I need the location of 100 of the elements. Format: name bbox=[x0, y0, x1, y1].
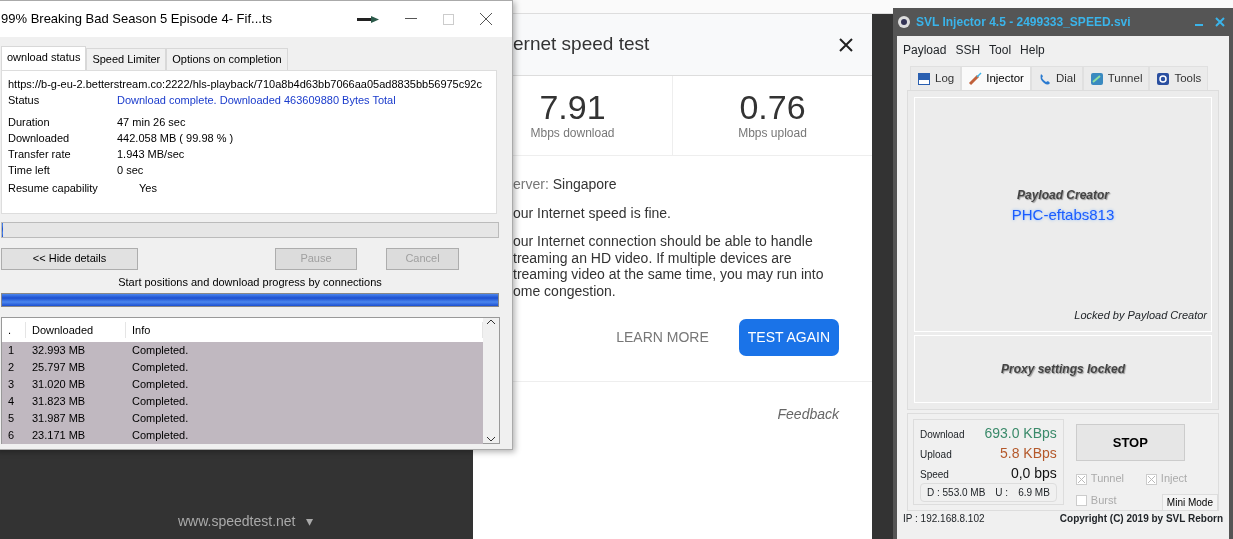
column-header[interactable]: . bbox=[2, 321, 26, 339]
table-cell-text: 23.171 MB bbox=[31, 428, 87, 444]
tab[interactable]: Tools bbox=[1149, 66, 1209, 91]
speed-unit: Mbps download bbox=[530, 124, 615, 142]
checkbox[interactable] bbox=[1075, 473, 1087, 485]
test-again-button[interactable]: TEST AGAIN bbox=[738, 319, 839, 356]
stop-button[interactable]: STOP bbox=[1075, 424, 1185, 462]
url-text: https://b-g-eu-2.betterstream.co:2222/hls-playback/710a8b4d63bb7066aa05ad8835bb56975c92c bbox=[8, 76, 483, 92]
app-logo-icon bbox=[897, 15, 911, 29]
tab[interactable]: Tunnel bbox=[1082, 66, 1150, 91]
field-value: 47 min 26 sec bbox=[117, 114, 187, 130]
progress-caption: Start positions and download progress by connections bbox=[117, 274, 383, 290]
table-cell-text: 32.993 MB bbox=[31, 343, 87, 359]
checkbox[interactable] bbox=[1075, 495, 1087, 507]
table-cell-text: 2 bbox=[7, 360, 16, 376]
table-cell-text: 5 bbox=[7, 411, 16, 427]
minimize-icon[interactable] bbox=[405, 18, 417, 20]
field-label: Status bbox=[8, 92, 41, 108]
stat-label: Upload bbox=[920, 448, 952, 463]
table-cell-text: 31.823 MB bbox=[31, 394, 87, 410]
tab[interactable]: Injector bbox=[961, 66, 1031, 91]
tab[interactable]: Log bbox=[910, 66, 962, 91]
locked-note: Locked by Payload Creator bbox=[1074, 307, 1208, 323]
table-row[interactable]: 6 23.171 MB Completed. bbox=[2, 427, 483, 444]
description-text: our Internet connection should be able to handle treaming an HD video. If multiple devices are treaming video at the same time, you may run into ome congestion. bbox=[513, 233, 825, 299]
table-row[interactable]: 1 32.993 MB Completed. bbox=[2, 342, 483, 359]
menu-item[interactable]: Payload bbox=[903, 41, 947, 59]
table-row[interactable]: 2 25.797 MB Completed. bbox=[2, 359, 483, 376]
hide-details-button[interactable]: << Hide details bbox=[1, 247, 138, 270]
speed-unit: Mbps upload bbox=[738, 124, 807, 142]
proxy-locked-text: Proxy settings locked bbox=[1000, 361, 1125, 379]
table-cell-text: Completed. bbox=[131, 394, 190, 410]
field-label: Transfer rate bbox=[8, 146, 72, 162]
field-label: Resume capability bbox=[8, 180, 99, 196]
table-cell-text: Completed. bbox=[131, 428, 190, 444]
column-header[interactable]: Downloaded bbox=[26, 321, 126, 339]
table-row[interactable]: 4 31.823 MB Completed. bbox=[2, 393, 483, 410]
table-cell-text: Completed. bbox=[131, 377, 190, 393]
panel-title: ernet speed test bbox=[513, 32, 650, 57]
download-total: D : 553.0 MB bbox=[927, 486, 986, 501]
field-label: Time left bbox=[8, 162, 51, 178]
feedback-link[interactable]: Feedback bbox=[777, 406, 839, 422]
table-cell-text: 31.987 MB bbox=[31, 411, 87, 427]
field-value: 0 sec bbox=[117, 162, 145, 178]
stat-value: 5.8 KBps bbox=[1000, 444, 1057, 464]
document-icon bbox=[917, 71, 931, 86]
network-icon bbox=[1089, 71, 1104, 86]
table-cell-text: 31.020 MB bbox=[31, 377, 87, 393]
field-label: Duration bbox=[8, 114, 51, 130]
table-cell-text: 4 bbox=[7, 394, 16, 410]
tab[interactable]: Options on completion bbox=[166, 48, 288, 70]
payload-caption: Payload Creator bbox=[1016, 187, 1109, 205]
scroll-up-icon[interactable] bbox=[486, 318, 496, 326]
tab[interactable]: ownload status bbox=[1, 46, 87, 70]
payload-name: PHC-eftabs813 bbox=[1011, 205, 1115, 226]
scroll-down-icon[interactable] bbox=[486, 435, 496, 443]
window-title: SVL Injector 4.5 - 2499333_SPEED.svi bbox=[916, 14, 1131, 31]
table-cell-text: Completed. bbox=[131, 343, 190, 359]
stat-label: Download bbox=[920, 428, 965, 443]
site-link[interactable]: www.speedtest.net bbox=[178, 511, 296, 532]
checkbox[interactable] bbox=[1145, 473, 1157, 485]
field-value: Yes bbox=[139, 180, 158, 196]
table-cell-text: 1 bbox=[7, 343, 16, 359]
server-line: erver: Singapore bbox=[513, 176, 618, 193]
scrollbar[interactable] bbox=[483, 318, 499, 443]
table-row[interactable]: 5 31.987 MB Completed. bbox=[2, 410, 483, 427]
ip-address: IP : 192.168.8.102 bbox=[903, 513, 985, 526]
table-cell-text: 25.797 MB bbox=[31, 360, 87, 376]
close-icon[interactable] bbox=[480, 13, 492, 25]
table-row[interactable]: 3 31.020 MB Completed. bbox=[2, 376, 483, 393]
stat-label: Speed bbox=[920, 468, 949, 483]
window-title: 99% Breaking Bad Season 5 Episode 4- Fif...ts bbox=[1, 10, 272, 29]
speed-value: 0.76 bbox=[739, 89, 806, 124]
table-cell-text: Completed. bbox=[131, 411, 190, 427]
syringe-icon bbox=[968, 71, 983, 86]
stat-value: 693.0 KBps bbox=[984, 424, 1057, 444]
upload-label: U : bbox=[995, 486, 1009, 501]
cursor-arrow-icon bbox=[357, 15, 379, 23]
table-cell-text: Completed. bbox=[131, 360, 190, 376]
table-cell-text: 6 bbox=[7, 428, 16, 444]
copyright-text: Copyright (C) 2019 by SVL Reborn bbox=[1059, 513, 1223, 526]
menu-item[interactable]: SSH bbox=[955, 41, 981, 59]
close-icon[interactable] bbox=[838, 36, 854, 53]
learn-more-button[interactable]: LEARN MORE bbox=[610, 326, 715, 349]
upload-total: 6.9 MB bbox=[1018, 486, 1050, 501]
field-value: 442.058 MB ( 99.98 % ) bbox=[117, 130, 235, 146]
menu-item[interactable]: Tool bbox=[989, 41, 1012, 59]
gear-icon bbox=[1156, 71, 1171, 86]
phone-icon bbox=[1037, 71, 1052, 86]
field-label: Downloaded bbox=[8, 130, 71, 146]
speed-value: 7.91 bbox=[539, 89, 606, 124]
field-value: 1.943 MB/sec bbox=[117, 146, 186, 162]
mini-mode-button[interactable]: Mini Mode bbox=[1161, 494, 1218, 512]
tab[interactable]: Speed Limiter bbox=[86, 48, 167, 70]
dropdown-caret[interactable]: ▾ bbox=[305, 511, 313, 532]
menu-item[interactable]: Help bbox=[1020, 41, 1045, 59]
tab[interactable]: Dial bbox=[1030, 66, 1083, 91]
table-cell-text: 3 bbox=[7, 377, 16, 393]
status-text: Download complete. Downloaded 463609880 Bytes Total bbox=[117, 92, 397, 108]
stat-value: 0,0 bps bbox=[1010, 464, 1057, 484]
